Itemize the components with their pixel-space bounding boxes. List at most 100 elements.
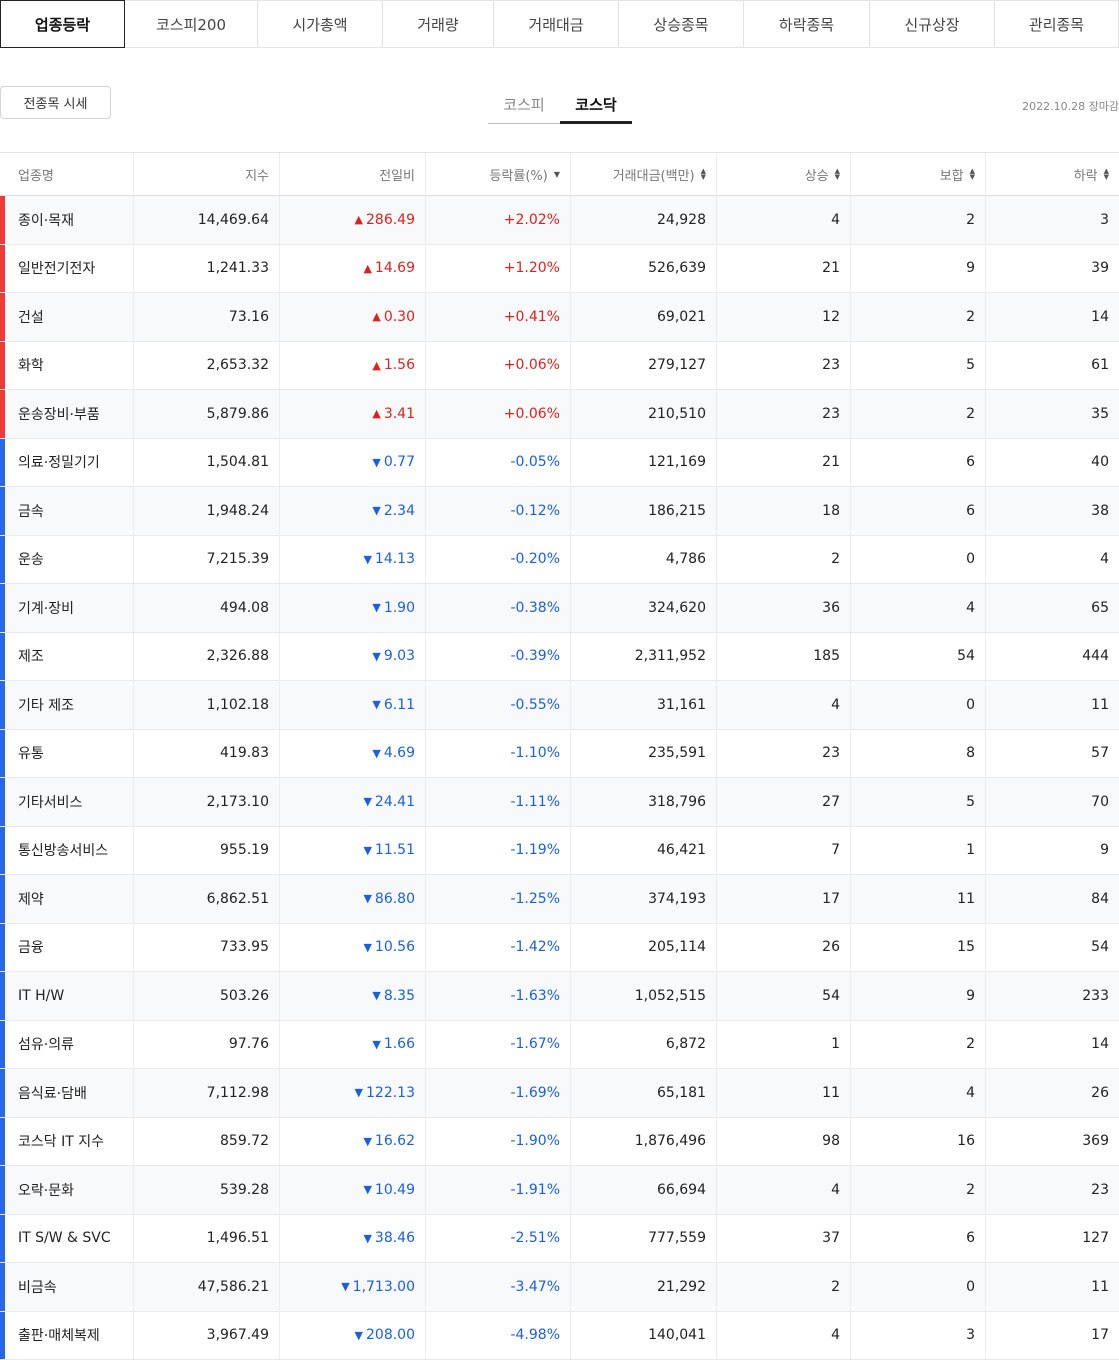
table-row[interactable]: 기타 제조1,102.18▼6.11-0.55%31,1614011 [0,681,1119,730]
sector-name[interactable]: 비금속 [0,1263,134,1311]
tab-rising[interactable]: 상승종목 [619,0,744,48]
table-row[interactable]: 섬유·의류97.76▼1.66-1.67%6,8721214 [0,1021,1119,1070]
table-row[interactable]: IT H/W503.26▼8.35-1.63%1,052,515549233 [0,972,1119,1021]
sector-name[interactable]: 의료·정밀기기 [0,439,134,487]
market-tab-kospi[interactable]: 코스피 [488,86,560,124]
sector-name[interactable]: 코스닥 IT 지수 [0,1118,134,1166]
sector-name[interactable]: 유통 [0,730,134,778]
col-rise[interactable]: 상승▲▼ [717,153,851,195]
trading-value: 121,169 [571,439,717,487]
tab-new-listing[interactable]: 신규상장 [870,0,995,48]
sector-name[interactable]: 기계·장비 [0,584,134,632]
table-row[interactable]: 오락·문화539.28▼10.49-1.91%66,6944223 [0,1166,1119,1215]
col-fall[interactable]: 하락▲▼ [986,153,1119,195]
table-row[interactable]: IT S/W & SVC1,496.51▼38.46-2.51%777,5593… [0,1215,1119,1264]
rate-value: +0.06% [426,342,571,390]
index-value: 97.76 [134,1021,280,1069]
table-row[interactable]: 운송장비·부품5,879.86▲3.41+0.06%210,51023235 [0,390,1119,439]
tab-market-cap[interactable]: 시가총액 [258,0,383,48]
table-row[interactable]: 화학2,653.32▲1.56+0.06%279,12723561 [0,342,1119,391]
tab-managed[interactable]: 관리종목 [995,0,1119,48]
rate-value: -1.11% [426,778,571,826]
tab-falling[interactable]: 하락종목 [744,0,870,48]
sector-name[interactable]: 기타 제조 [0,681,134,729]
change-value: ▲286.49 [280,196,426,244]
sector-name[interactable]: 종이·목재 [0,196,134,244]
sector-name[interactable]: 출판·매체복제 [0,1312,134,1360]
table-row[interactable]: 의료·정밀기기1,504.81▼0.77-0.05%121,16921640 [0,439,1119,488]
col-trading-value[interactable]: 거래대금(백만)▲▼ [571,153,717,195]
index-value: 503.26 [134,972,280,1020]
sector-name[interactable]: 건설 [0,293,134,341]
sector-name[interactable]: IT H/W [0,972,134,1020]
col-flat[interactable]: 보합▲▼ [851,153,986,195]
table-row[interactable]: 통신방송서비스955.19▼11.51-1.19%46,421719 [0,827,1119,876]
sector-name[interactable]: 기타서비스 [0,778,134,826]
index-value: 1,102.18 [134,681,280,729]
down-arrow-icon: ▼ [372,989,380,1002]
tab-kospi200[interactable]: 코스피200 [125,0,258,48]
sector-name[interactable]: 운송장비·부품 [0,390,134,438]
sort-desc-icon[interactable]: ▼ [554,170,560,179]
sector-name[interactable]: 운송 [0,536,134,584]
sort-icon[interactable]: ▲▼ [1104,168,1109,180]
flat-count: 5 [851,778,986,826]
table-row[interactable]: 금융733.95▼10.56-1.42%205,114261554 [0,924,1119,973]
index-value: 2,653.32 [134,342,280,390]
rise-count: 1 [717,1021,851,1069]
rise-count: 17 [717,875,851,923]
col-rate[interactable]: 등락률(%)▼ [426,153,571,195]
table-row[interactable]: 출판·매체복제3,967.49▼208.00-4.98%140,0414317 [0,1312,1119,1360]
trading-value: 324,620 [571,584,717,632]
table-row[interactable]: 종이·목재14,469.64▲286.49+2.02%24,928423 [0,196,1119,245]
table-row[interactable]: 코스닥 IT 지수859.72▼16.62-1.90%1,876,4969816… [0,1118,1119,1167]
trading-value: 31,161 [571,681,717,729]
sort-icon[interactable]: ▲▼ [970,168,975,180]
fall-count: 54 [986,924,1119,972]
sector-name[interactable]: 오락·문화 [0,1166,134,1214]
sort-icon[interactable]: ▲▼ [701,168,706,180]
change-value: ▼1.66 [280,1021,426,1069]
all-stocks-button[interactable]: 전종목 시세 [0,86,111,119]
table-row[interactable]: 운송7,215.39▼14.13-0.20%4,786204 [0,536,1119,585]
table-row[interactable]: 비금속47,586.21▼1,713.00-3.47%21,2922011 [0,1263,1119,1312]
sector-name[interactable]: 제조 [0,633,134,681]
table-row[interactable]: 금속1,948.24▼2.34-0.12%186,21518638 [0,487,1119,536]
market-tab-kosdaq[interactable]: 코스닥 [560,86,632,124]
table-row[interactable]: 기계·장비494.08▼1.90-0.38%324,62036465 [0,584,1119,633]
tab-volume[interactable]: 거래량 [383,0,494,48]
sort-icon[interactable]: ▲▼ [835,168,840,180]
table-row[interactable]: 기타서비스2,173.10▼24.41-1.11%318,79627570 [0,778,1119,827]
sector-name[interactable]: 일반전기전자 [0,245,134,293]
table-row[interactable]: 제약6,862.51▼86.80-1.25%374,193171184 [0,875,1119,924]
sector-name[interactable]: IT S/W & SVC [0,1215,134,1263]
trading-value: 6,872 [571,1021,717,1069]
sector-name[interactable]: 화학 [0,342,134,390]
sector-name[interactable]: 금속 [0,487,134,535]
sector-name[interactable]: 금융 [0,924,134,972]
change-value: ▼14.13 [280,536,426,584]
rise-count: 21 [717,245,851,293]
change-value: ▲0.30 [280,293,426,341]
table-row[interactable]: 일반전기전자1,241.33▲14.69+1.20%526,63921939 [0,245,1119,294]
tab-trading-value[interactable]: 거래대금 [494,0,619,48]
table-row[interactable]: 제조2,326.88▼9.03-0.39%2,311,95218554444 [0,633,1119,682]
sector-name[interactable]: 제약 [0,875,134,923]
index-value: 3,967.49 [134,1312,280,1360]
change-value: ▲3.41 [280,390,426,438]
tab-sector[interactable]: 업종등락 [0,0,125,48]
change-value: ▼10.49 [280,1166,426,1214]
up-arrow-icon: ▲ [355,213,363,226]
rate-value: -1.25% [426,875,571,923]
table-row[interactable]: 음식료·담배7,112.98▼122.13-1.69%65,18111426 [0,1069,1119,1118]
flat-count: 16 [851,1118,986,1166]
rate-value: +1.20% [426,245,571,293]
table-row[interactable]: 건설73.16▲0.30+0.41%69,02112214 [0,293,1119,342]
sector-name[interactable]: 음식료·담배 [0,1069,134,1117]
trading-value: 140,041 [571,1312,717,1360]
table-row[interactable]: 유통419.83▼4.69-1.10%235,59123857 [0,730,1119,779]
sector-name[interactable]: 통신방송서비스 [0,827,134,875]
flat-count: 9 [851,245,986,293]
sector-name[interactable]: 섬유·의류 [0,1021,134,1069]
rise-count: 7 [717,827,851,875]
